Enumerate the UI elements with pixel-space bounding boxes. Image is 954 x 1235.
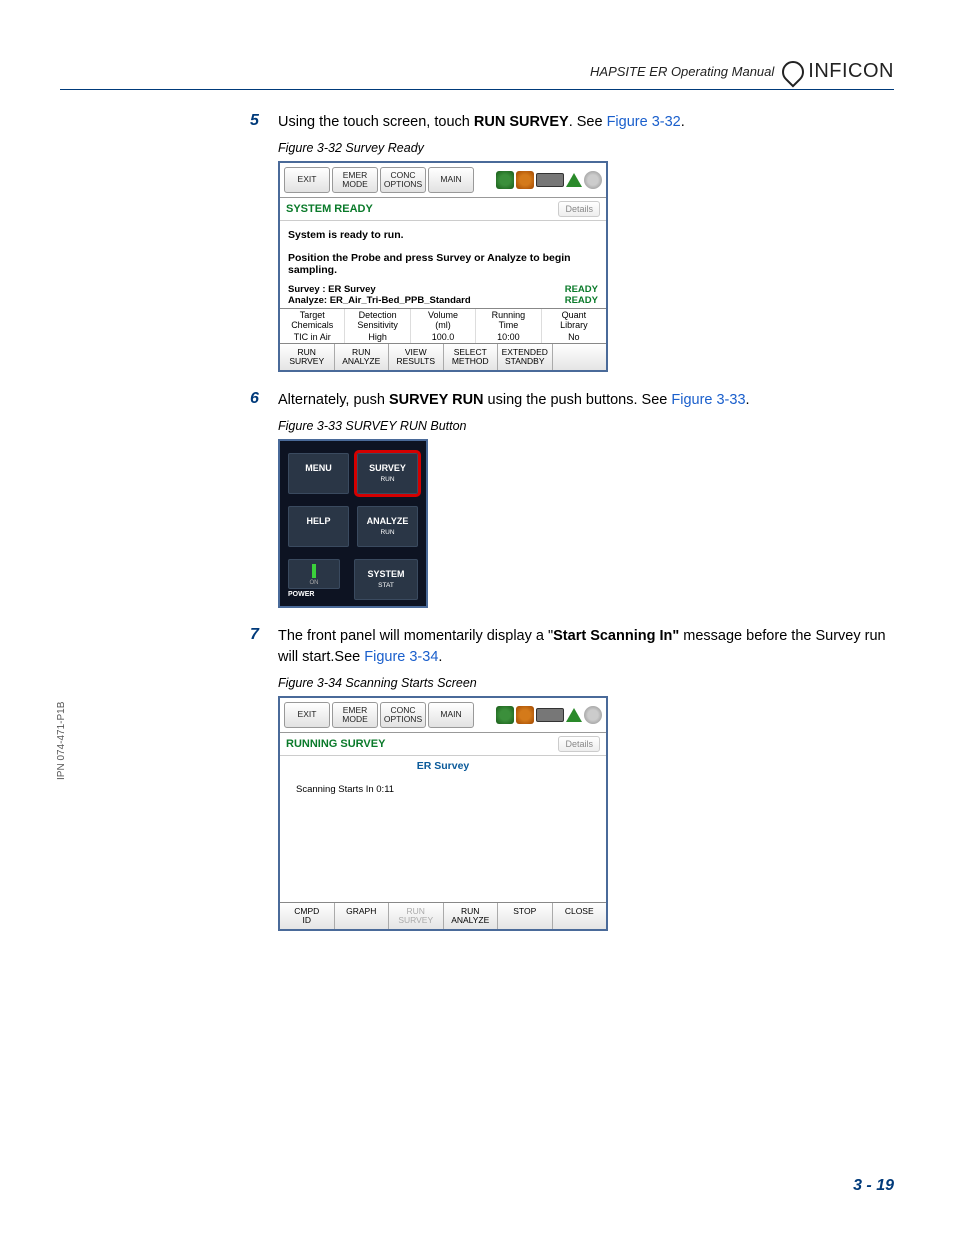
help-icon[interactable] [496, 706, 514, 724]
analyze-ready: READY [565, 295, 598, 306]
td-time: 10:00 [476, 331, 541, 343]
emer-mode-button[interactable]: EMERMODE [332, 702, 378, 728]
exit-button[interactable]: EXIT [284, 167, 330, 193]
power-label: POWER [288, 591, 346, 598]
menu-hw-button[interactable]: MENU [288, 453, 349, 494]
figure-3-34-screenshot: EXIT EMERMODE CONCOPTIONS MAIN RUNNING S… [278, 696, 608, 931]
td-detection: High [345, 331, 410, 343]
conc-options-button[interactable]: CONCOPTIONS [380, 702, 426, 728]
td-volume: 100.0 [411, 331, 476, 343]
help-hw-button[interactable]: HELP [288, 506, 349, 547]
help-icon[interactable] [496, 171, 514, 189]
countdown-area: Scanning Starts In 0:11 [280, 776, 606, 902]
ready-message: System is ready to run. [288, 229, 598, 241]
brand-logo: INFICON [782, 60, 894, 83]
system-stat-hw-button[interactable]: SYSTEM STAT [354, 559, 418, 600]
graph-button[interactable]: GRAPH [335, 903, 390, 929]
status-triangle-icon [566, 173, 582, 187]
figure-3-33-panel: MENU SURVEY RUN HELP ANALYZE RUN ON [278, 439, 428, 608]
page-number: 3 - 19 [853, 1177, 894, 1195]
run-analyze-button[interactable]: RUNANALYZE [335, 344, 390, 370]
battery-icon [536, 173, 564, 187]
td-quant: No [542, 331, 606, 343]
stop-button[interactable]: STOP [498, 903, 553, 929]
status-bar: SYSTEM READY Details [280, 198, 606, 221]
page-header: HAPSITE ER Operating Manual INFICON [60, 60, 894, 90]
step-text: Using the touch screen, touch RUN SURVEY… [278, 112, 685, 133]
ss-body: System is ready to run. Position the Pro… [280, 221, 606, 284]
step-number: 6 [250, 390, 278, 411]
figure-3-33-caption: Figure 3-33 SURVEY RUN Button [278, 419, 894, 433]
power-led-icon [312, 564, 316, 578]
figure-3-34-caption: Figure 3-34 Scanning Starts Screen [278, 676, 894, 690]
run-analyze-button[interactable]: RUNANALYZE [444, 903, 499, 929]
emer-mode-button[interactable]: EMERMODE [332, 167, 378, 193]
survey-run-hw-button[interactable]: SURVEY RUN [357, 453, 418, 494]
select-method-button[interactable]: SELECTMETHOD [444, 344, 499, 370]
status-bar: RUNNING SURVEY Details [280, 733, 606, 756]
main-button[interactable]: MAIN [428, 702, 474, 728]
analyze-run-hw-button[interactable]: ANALYZE RUN [357, 506, 418, 547]
exit-button[interactable]: EXIT [284, 702, 330, 728]
run-survey-button: RUNSURVEY [389, 903, 444, 929]
extended-standby-button[interactable]: EXTENDEDSTANDBY [498, 344, 553, 370]
step-number: 7 [250, 626, 278, 668]
step-7: 7 The front panel will momentarily displ… [250, 626, 894, 668]
th-time: RunningTime [476, 309, 541, 331]
cmpd-id-button[interactable]: CMPDID [280, 903, 335, 929]
bottom-buttons: CMPDID GRAPH RUNSURVEY RUNANALYZE STOP C… [280, 902, 606, 929]
brand-text: INFICON [808, 60, 894, 83]
manual-title: HAPSITE ER Operating Manual [590, 64, 774, 79]
th-target: TargetChemicals [280, 309, 345, 331]
countdown-text: Scanning Starts In 0:11 [296, 784, 394, 795]
ss-toolbar: EXIT EMERMODE CONCOPTIONS MAIN [280, 163, 606, 198]
step-6: 6 Alternately, push SURVEY RUN using the… [250, 390, 894, 411]
figure-3-32-screenshot: EXIT EMERMODE CONCOPTIONS MAIN SYSTEM RE… [278, 161, 608, 372]
step-text: The front panel will momentarily display… [278, 626, 894, 668]
main-button[interactable]: MAIN [428, 167, 474, 193]
status-text: SYSTEM READY [286, 203, 373, 215]
params-table: TargetChemicals DetectionSensitivity Vol… [280, 308, 606, 343]
figure-3-32-caption: Figure 3-32 Survey Ready [278, 141, 894, 155]
ss-toolbar: EXIT EMERMODE CONCOPTIONS MAIN [280, 698, 606, 733]
status-triangle-icon [566, 708, 582, 722]
side-ipn: IPN 074-471-P1B [56, 702, 67, 780]
gear-icon[interactable] [584, 171, 602, 189]
step-number: 5 [250, 112, 278, 133]
conc-options-button[interactable]: CONCOPTIONS [380, 167, 426, 193]
th-volume: Volume(ml) [411, 309, 476, 331]
details-button[interactable]: Details [558, 201, 600, 217]
survey-label: Survey : ER Survey [288, 284, 376, 295]
td-target: TIC in Air [280, 331, 345, 343]
th-detection: DetectionSensitivity [345, 309, 410, 331]
step-5: 5 Using the touch screen, touch RUN SURV… [250, 112, 894, 133]
link-fig-3-32[interactable]: Figure 3-32 [607, 114, 681, 130]
gear-icon[interactable] [584, 706, 602, 724]
survey-ready: READY [565, 284, 598, 295]
view-results-button[interactable]: VIEWRESULTS [389, 344, 444, 370]
close-button[interactable]: CLOSE [553, 903, 607, 929]
power-on-hw-button[interactable]: ON [288, 559, 340, 589]
details-button[interactable]: Details [558, 736, 600, 752]
analyze-label: Analyze: ER_Air_Tri-Bed_PPB_Standard [288, 295, 471, 306]
info-icon[interactable] [516, 171, 534, 189]
step-text: Alternately, push SURVEY RUN using the p… [278, 390, 750, 411]
status-text: RUNNING SURVEY [286, 738, 385, 750]
info-icon[interactable] [516, 706, 534, 724]
blank-button [553, 344, 607, 370]
link-fig-3-34[interactable]: Figure 3-34 [364, 649, 438, 665]
bottom-buttons: RUNSURVEY RUNANALYZE VIEWRESULTS SELECTM… [280, 343, 606, 370]
th-quant: QuantLibrary [542, 309, 606, 331]
link-fig-3-33[interactable]: Figure 3-33 [671, 392, 745, 408]
run-survey-button[interactable]: RUNSURVEY [280, 344, 335, 370]
battery-icon [536, 708, 564, 722]
instruction-message: Position the Probe and press Survey or A… [288, 252, 598, 276]
logo-icon [778, 56, 809, 87]
survey-title: ER Survey [280, 756, 606, 776]
